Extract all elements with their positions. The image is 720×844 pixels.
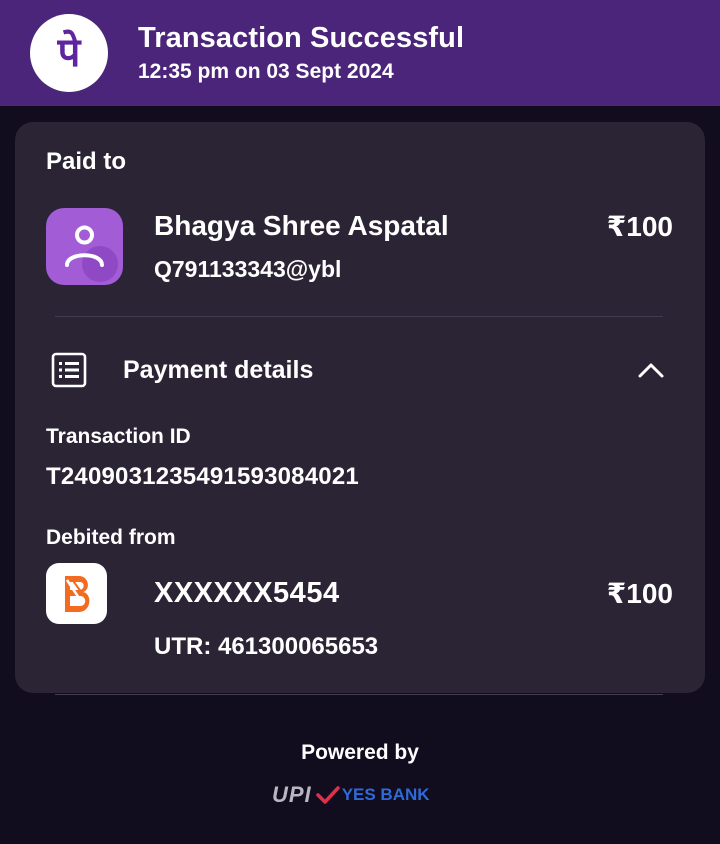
payment-details-label: Payment details bbox=[123, 356, 314, 384]
payment-partner-logos: UPI YES BANK bbox=[272, 780, 452, 810]
yes-bank-logo: YES BANK bbox=[341, 785, 430, 804]
transaction-header: पे Transaction Successful 12:35 pm on 03… bbox=[0, 0, 720, 106]
payee-avatar bbox=[46, 208, 123, 285]
powered-by-label: Powered by bbox=[301, 741, 419, 764]
chevron-up-icon[interactable] bbox=[637, 358, 665, 382]
footer-divider bbox=[55, 694, 663, 695]
payee-upi-id: Q791133343@ybl bbox=[154, 256, 342, 282]
transaction-timestamp: 12:35 pm on 03 Sept 2024 bbox=[138, 60, 394, 83]
payee-name: Bhagya Shree Aspatal bbox=[154, 210, 449, 241]
receipt-list-icon bbox=[51, 352, 87, 388]
transaction-id-label: Transaction ID bbox=[46, 425, 191, 448]
bank-of-baroda-logo bbox=[46, 563, 107, 624]
paid-amount: ₹100 bbox=[606, 211, 673, 242]
transaction-id-value: T2409031235491593084021 bbox=[46, 463, 359, 490]
paid-to-label: Paid to bbox=[46, 148, 127, 175]
phonepe-logo: पे bbox=[30, 14, 108, 92]
check-mark-icon bbox=[315, 786, 340, 804]
debited-account-number: XXXXXX5454 bbox=[154, 577, 340, 609]
bank-logo-icon bbox=[64, 575, 89, 612]
utr-number: UTR: 461300065653 bbox=[154, 633, 379, 660]
upi-logo: UPI bbox=[272, 782, 312, 807]
status-title: Transaction Successful bbox=[138, 22, 465, 54]
phonepe-logo-glyph: पे bbox=[57, 30, 81, 76]
person-icon bbox=[65, 225, 118, 282]
divider bbox=[55, 316, 663, 317]
debited-from-label: Debited from bbox=[46, 526, 176, 549]
debited-amount: ₹100 bbox=[606, 578, 673, 609]
transaction-card: Paid to Bhagya Shree Aspatal Q791133343@… bbox=[15, 122, 705, 693]
